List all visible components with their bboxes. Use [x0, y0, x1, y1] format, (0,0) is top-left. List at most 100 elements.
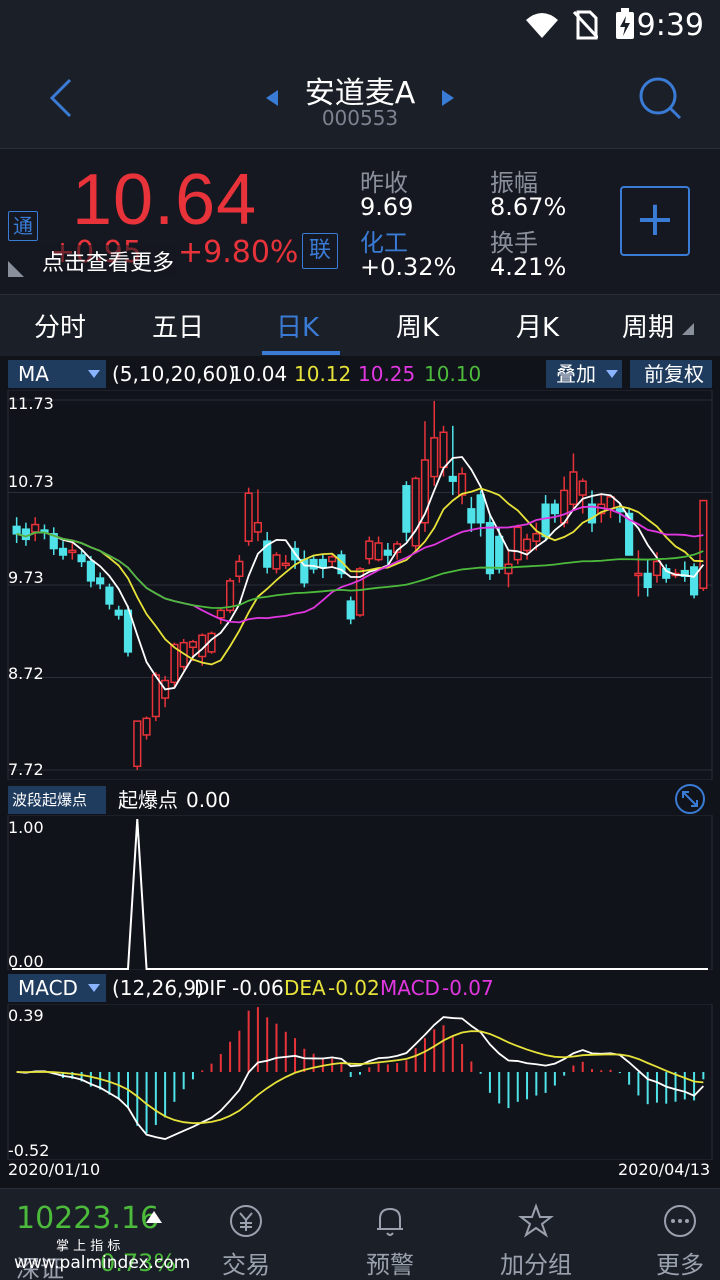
end-date: 2020/04/13 — [618, 1160, 711, 1179]
tab-weekly-k[interactable]: 周K — [396, 307, 439, 344]
ma-selector-label: MA — [18, 362, 49, 386]
candle-body — [476, 494, 485, 524]
candle-body — [142, 717, 151, 736]
wifi-icon — [526, 13, 558, 38]
candle-body — [77, 554, 86, 563]
macd-label: MACD — [380, 976, 440, 1000]
tab-intraday[interactable]: 分时 — [34, 307, 86, 344]
adjust-button[interactable]: 前复权 — [630, 360, 712, 388]
nav-add-group-label: 加分组 — [500, 1251, 572, 1279]
add-watchlist-button[interactable]: + — [620, 186, 690, 256]
view-more-tip[interactable]: 点击查看更多 — [40, 245, 177, 277]
no-sim-icon — [572, 10, 598, 40]
candle-body — [578, 480, 587, 496]
last-price: 10.64 — [72, 160, 258, 240]
candle-body — [699, 499, 708, 589]
kline-chart[interactable] — [0, 390, 720, 780]
prev-close-value: 9.69 — [360, 193, 414, 221]
candle-body — [21, 528, 31, 541]
overlay-selector[interactable]: 叠加 — [546, 360, 622, 388]
candle-body — [513, 526, 522, 561]
ma10-value: 10.12 — [294, 362, 352, 386]
tong-tag[interactable]: 通 — [8, 211, 38, 241]
active-tab-indicator — [262, 351, 340, 355]
candle-body — [105, 586, 114, 605]
tab-monthly-k[interactable]: 月K — [516, 307, 559, 344]
nav-trade-label: 交易 — [222, 1251, 270, 1279]
nav-alert-label: 预警 — [366, 1251, 414, 1279]
dea-label: DEA — [284, 976, 326, 1000]
kline-axis-3: 9.73 — [8, 568, 44, 587]
macd-params: (12,26,9) — [112, 976, 204, 1000]
candle-body — [374, 542, 383, 561]
ma-selector[interactable]: MA — [8, 360, 106, 388]
candle-body — [281, 562, 290, 567]
amplitude-value: 8.67% — [490, 193, 567, 221]
start-date: 2020/01/10 — [8, 1160, 101, 1179]
candle-body — [532, 533, 541, 542]
candle-body — [652, 560, 662, 577]
macd-axis-bottom: -0.52 — [8, 1141, 50, 1160]
ma20-value: 10.25 — [358, 362, 416, 386]
candle-body — [244, 492, 253, 542]
tab-period[interactable]: 周期 — [622, 307, 674, 344]
index-up-arrow-icon — [146, 1211, 162, 1223]
candle-body — [253, 521, 263, 533]
lian-tag[interactable]: 联 — [302, 233, 338, 269]
burst-selector[interactable]: 波段起爆点 — [8, 786, 106, 814]
dif-value: -0.06 — [232, 976, 284, 1000]
candle-body — [541, 503, 550, 538]
candle-body — [504, 563, 513, 575]
corner-triangle-icon — [8, 261, 24, 277]
kline-axis-2: 10.73 — [8, 472, 54, 491]
nav-alert[interactable]: 预警 — [330, 1189, 450, 1280]
burst-axis-top: 1.00 — [8, 818, 44, 837]
candle-body — [383, 549, 392, 556]
bottom-bar: 10223.16 掌 上 指 标 深证 0.73% www.palmindex.… — [0, 1188, 720, 1280]
macd-dropdown-icon — [88, 984, 100, 992]
overlay-label: 叠加 — [556, 362, 596, 386]
candle-body — [170, 643, 179, 684]
kline-axis-bottom: 7.72 — [8, 760, 44, 779]
candle-body — [151, 674, 160, 718]
period-tabs: 分时 五日 日K 周K 月K 周期 — [0, 294, 720, 356]
candle-body — [309, 558, 318, 570]
macd-chart[interactable] — [0, 1004, 720, 1160]
dea-value: -0.02 — [328, 976, 380, 1000]
quote-panel[interactable]: 通 10.64 +0.95 +9.80% 点击查看更多 联 昨收 9.69 化工… — [0, 148, 720, 294]
ma-params: (5,10,20,60) — [112, 362, 236, 386]
tab-daily-k[interactable]: 日K — [276, 307, 319, 344]
search-icon[interactable] — [636, 74, 684, 122]
expand-icon[interactable] — [674, 783, 706, 815]
industry-change: +0.32% — [360, 253, 457, 281]
stock-code: 000553 — [321, 106, 399, 130]
candle-body — [31, 523, 40, 533]
candle-body — [615, 508, 624, 513]
tab-five-day[interactable]: 五日 — [152, 307, 204, 344]
battery-charging-icon — [616, 8, 634, 39]
status-time: 9:39 — [636, 8, 704, 43]
macd-selector[interactable]: MACD — [8, 974, 106, 1002]
ma-dropdown-icon — [88, 370, 100, 378]
candle-body — [495, 535, 504, 570]
index-value[interactable]: 10223.16 — [16, 1201, 159, 1236]
burst-axis-bottom: 0.00 — [8, 952, 44, 971]
candle-body — [328, 556, 337, 563]
candle-body — [411, 477, 420, 547]
candle-body — [114, 609, 123, 616]
candle-body — [235, 560, 244, 577]
burst-chart[interactable] — [0, 815, 720, 970]
nav-add-group[interactable]: 加分组 — [476, 1189, 596, 1280]
candle-body — [606, 496, 615, 510]
nav-more[interactable]: 更多 — [620, 1189, 720, 1280]
ma60-value: 10.10 — [424, 362, 482, 386]
candle-body — [318, 558, 327, 568]
candle-body — [58, 547, 68, 556]
candle-body — [439, 431, 448, 469]
candle-body — [188, 640, 198, 649]
candle-body — [346, 600, 355, 620]
next-stock-arrow-icon[interactable] — [440, 88, 456, 108]
watermark-url: www.palmindex.com — [14, 1253, 191, 1273]
candle-body — [402, 485, 411, 533]
nav-trade[interactable]: 交易 — [186, 1189, 306, 1280]
